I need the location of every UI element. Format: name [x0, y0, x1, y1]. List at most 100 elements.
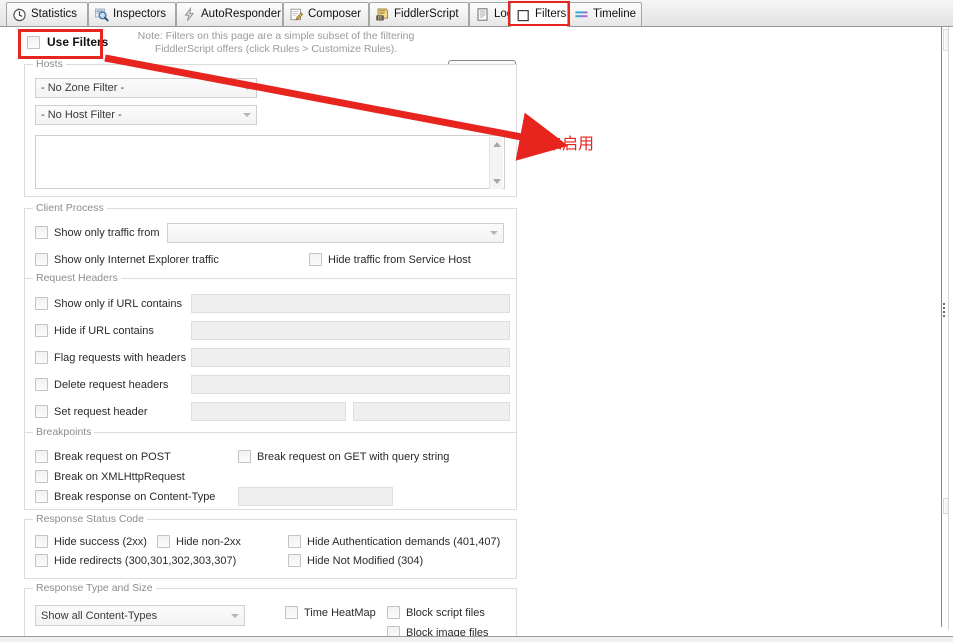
hide-success-label: Hide success (2xx) [54, 535, 147, 548]
tab-statistics[interactable]: Statistics [6, 2, 88, 26]
delete-request-headers-label: Delete request headers [54, 378, 169, 391]
content-types-combo[interactable]: Show all Content-Types [35, 605, 245, 626]
show-only-url-contains-input[interactable] [191, 294, 510, 313]
hide-redirects-row[interactable]: Hide redirects (300,301,302,303,307) [35, 554, 236, 567]
show-only-url-contains-label: Show only if URL contains [54, 297, 182, 310]
hide-success-checkbox[interactable] [35, 535, 48, 548]
flag-requests-with-headers-input[interactable] [191, 348, 510, 367]
flag-requests-with-headers-checkbox[interactable] [35, 351, 48, 364]
delete-request-headers-checkbox[interactable] [35, 378, 48, 391]
hide-if-url-contains-checkbox[interactable] [35, 324, 48, 337]
show-only-traffic-from-checkbox[interactable] [35, 226, 48, 239]
chevron-down-icon [490, 231, 498, 235]
break-on-post-row[interactable]: Break request on POST [35, 450, 171, 463]
block-script-files-checkbox[interactable] [387, 606, 400, 619]
lightning-icon [182, 6, 197, 22]
scroll-up-icon[interactable] [492, 142, 501, 147]
timeline-icon [574, 7, 589, 22]
tab-fiddlerscript[interactable]: JS FiddlerScript [369, 2, 469, 26]
response-type-group: Response Type and Size Show all Content-… [24, 582, 517, 642]
breakpoints-group-title: Breakpoints [33, 426, 95, 438]
document-icon [475, 7, 490, 22]
time-heatmap-row[interactable]: Time HeatMap [285, 606, 376, 619]
window-bottom-edge [0, 636, 953, 642]
host-list-textarea[interactable] [35, 135, 505, 189]
break-response-content-type-checkbox[interactable] [35, 490, 48, 503]
content-types-value: Show all Content-Types [41, 609, 158, 622]
tab-autoresponder[interactable]: AutoResponder [176, 2, 283, 26]
set-request-header-value-input[interactable] [353, 402, 510, 421]
svg-text:JS: JS [377, 15, 382, 20]
hide-service-host-row[interactable]: Hide traffic from Service Host [309, 253, 471, 266]
break-on-get-query-label: Break request on GET with query string [257, 450, 450, 463]
annotation-label: 未启用 [546, 134, 595, 153]
checkbox-icon [516, 8, 531, 23]
break-on-post-checkbox[interactable] [35, 450, 48, 463]
chevron-down-icon [243, 86, 251, 90]
tab-label: Filters [535, 8, 567, 21]
use-filters-checkbox[interactable] [27, 35, 40, 49]
hide-redirects-checkbox[interactable] [35, 554, 48, 567]
show-only-url-contains-row[interactable]: Show only if URL contains [35, 297, 182, 310]
hide-service-host-checkbox[interactable] [309, 253, 322, 266]
delete-request-headers-input[interactable] [191, 375, 510, 394]
tab-label: Statistics [31, 7, 78, 20]
show-only-ie-label: Show only Internet Explorer traffic [54, 253, 219, 266]
request-headers-group: Request Headers Show only if URL contain… [24, 272, 517, 439]
scrollbar-thumb-top[interactable] [943, 29, 949, 51]
show-only-url-contains-checkbox[interactable] [35, 297, 48, 310]
hide-if-url-contains-row[interactable]: Hide if URL contains [35, 324, 154, 337]
tab-filters[interactable]: Filters [510, 2, 568, 27]
show-only-ie-row[interactable]: Show only Internet Explorer traffic [35, 253, 219, 266]
host-filter-combo[interactable]: - No Host Filter - [35, 105, 257, 125]
show-only-traffic-from-row[interactable]: Show only traffic from [35, 226, 160, 239]
break-on-get-query-checkbox[interactable] [238, 450, 251, 463]
filters-panel: Use Filters Note: Filters on this page a… [0, 27, 940, 642]
block-script-files-row[interactable]: Block script files [387, 606, 485, 619]
break-response-content-type-row[interactable]: Break response on Content-Type [35, 490, 215, 503]
breakpoints-group: Breakpoints Break request on POST Break … [24, 426, 517, 510]
delete-request-headers-row[interactable]: Delete request headers [35, 378, 168, 391]
break-on-get-query-row[interactable]: Break request on GET with query string [238, 450, 449, 463]
splitter-grip[interactable] [943, 303, 946, 317]
hide-auth-row[interactable]: Hide Authentication demands (401,407) [288, 535, 500, 548]
tab-inspectors[interactable]: Inspectors [88, 2, 176, 26]
tab-label: Inspectors [113, 7, 167, 20]
scrollbar-thumb-bottom[interactable] [943, 498, 949, 514]
use-filters-label: Use Filters [47, 35, 109, 49]
show-only-traffic-from-label: Show only traffic from [54, 226, 160, 239]
break-on-xhr-checkbox[interactable] [35, 470, 48, 483]
hide-not-modified-row[interactable]: Hide Not Modified (304) [288, 554, 423, 567]
hide-auth-checkbox[interactable] [288, 535, 301, 548]
set-request-header-row[interactable]: Set request header [35, 405, 148, 418]
hide-non-2xx-row[interactable]: Hide non-2xx [157, 535, 241, 548]
set-request-header-name-input[interactable] [191, 402, 346, 421]
tab-label: Timeline [593, 7, 637, 20]
magnifier-icon [94, 7, 109, 22]
break-response-content-type-label: Break response on Content-Type [54, 490, 216, 503]
break-on-xhr-label: Break on XMLHttpRequest [54, 470, 185, 483]
hide-if-url-contains-input[interactable] [191, 321, 510, 340]
tab-composer[interactable]: Composer [283, 2, 369, 26]
show-only-ie-checkbox[interactable] [35, 253, 48, 266]
host-list-scrollbar[interactable] [489, 137, 503, 189]
vertical-splitter[interactable] [941, 27, 942, 627]
hide-non-2xx-checkbox[interactable] [157, 535, 170, 548]
set-request-header-checkbox[interactable] [35, 405, 48, 418]
break-on-xhr-row[interactable]: Break on XMLHttpRequest [35, 470, 185, 483]
scroll-down-icon[interactable] [492, 179, 501, 184]
break-response-content-type-input[interactable] [238, 487, 393, 506]
request-headers-group-title: Request Headers [33, 272, 121, 284]
zone-filter-combo[interactable]: - No Zone Filter - [35, 78, 257, 98]
hide-not-modified-checkbox[interactable] [288, 554, 301, 567]
hide-success-row[interactable]: Hide success (2xx) [35, 535, 147, 548]
hide-non-2xx-label: Hide non-2xx [176, 535, 241, 548]
client-process-group-title: Client Process [33, 202, 107, 214]
tab-timeline[interactable]: Timeline [568, 2, 642, 26]
hide-auth-label: Hide Authentication demands (401,407) [307, 535, 501, 548]
flag-requests-with-headers-row[interactable]: Flag requests with headers [35, 351, 186, 364]
tab-bar: Statistics Inspectors AutoResponder Comp… [0, 0, 953, 27]
client-process-combo[interactable] [167, 223, 504, 243]
use-filters-row[interactable]: Use Filters [27, 35, 108, 49]
time-heatmap-checkbox[interactable] [285, 606, 298, 619]
